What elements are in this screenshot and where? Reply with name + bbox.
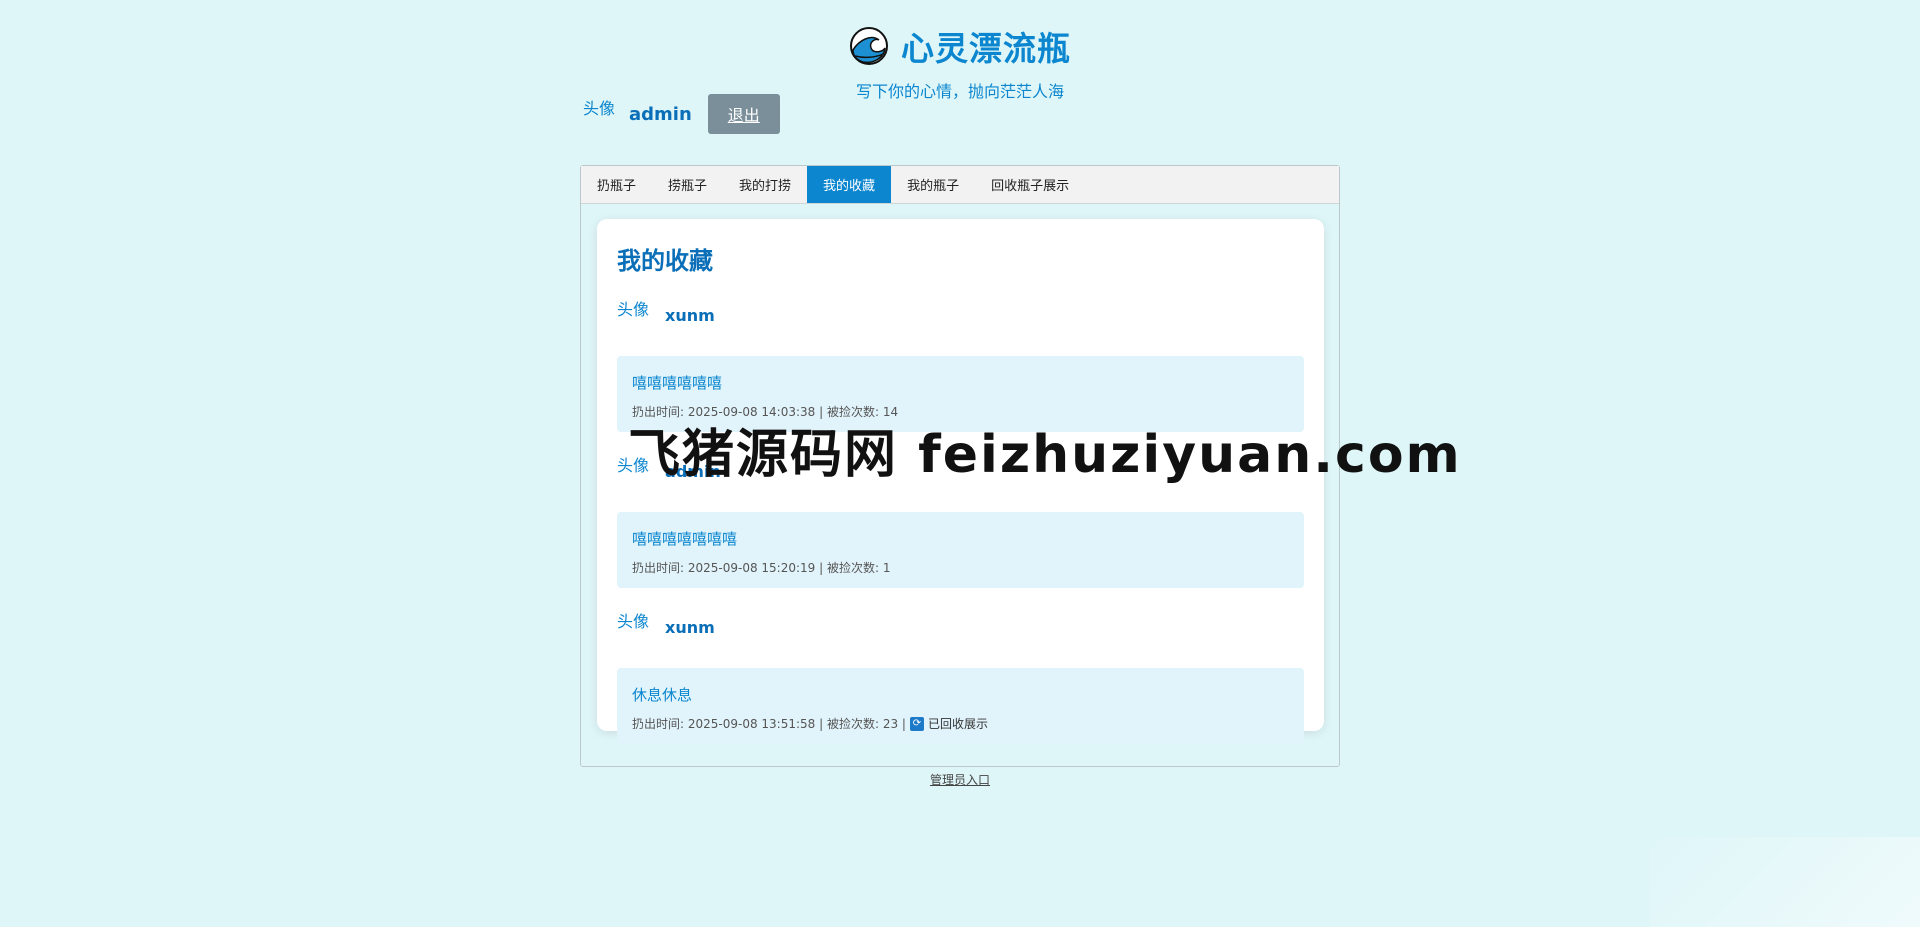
- site-header: 心灵漂流瓶 写下你的心情，抛向茫茫人海: [0, 22, 1920, 102]
- author-avatar: 头像: [617, 300, 650, 319]
- bottle-card[interactable]: 休息休息 扔出时间: 2025-09-08 13:51:58 | 被捡次数: 2…: [617, 668, 1304, 744]
- recycled-label: 已回收展示: [927, 717, 988, 731]
- author-avatar: 头像: [617, 612, 650, 631]
- corner-overlay: [1650, 837, 1920, 927]
- site-subtitle: 写下你的心情，抛向茫茫人海: [855, 82, 1064, 101]
- favorite-item: 头像 xunm 休息休息 扔出时间: 2025-09-08 13:51:58 |…: [617, 608, 1304, 744]
- entry-author: 头像 xunm: [617, 296, 1304, 334]
- tab-recycled-showcase[interactable]: 回收瓶子展示: [975, 166, 1085, 203]
- watermark: 飞猪源码网 feizhuziyuan.com: [628, 425, 1462, 485]
- user-name: admin: [629, 103, 692, 125]
- user-avatar: 头像: [583, 99, 616, 118]
- bottle-meta: 扔出时间: 2025-09-08 13:51:58 | 被捡次数: 23 | ⟳…: [632, 715, 1289, 732]
- tab-my-bottles[interactable]: 我的瓶子: [891, 166, 975, 203]
- author-name: xunm: [665, 618, 715, 637]
- favorites-title: 我的收藏: [617, 247, 713, 275]
- entry-author: 头像 xunm: [617, 608, 1304, 646]
- logout-button[interactable]: 退出: [707, 94, 780, 134]
- bottle-meta-text: 扔出时间: 2025-09-08 15:20:19 | 被捡次数: 1: [632, 561, 891, 575]
- user-bar: 头像 admin 退出: [583, 94, 780, 134]
- bottle-meta: 扔出时间: 2025-09-08 15:20:19 | 被捡次数: 1: [632, 559, 1289, 576]
- admin-entry-link[interactable]: 管理员入口: [0, 771, 1920, 788]
- brand: 心灵漂流瓶: [849, 22, 1071, 70]
- author-name: xunm: [665, 306, 715, 325]
- recycle-icon: ⟳: [909, 716, 924, 731]
- tab-pick-bottle[interactable]: 捞瓶子: [652, 166, 723, 203]
- wave-logo-icon: [850, 27, 888, 65]
- tab-my-favorites[interactable]: 我的收藏: [807, 166, 892, 203]
- site-title: 心灵漂流瓶: [901, 29, 1071, 68]
- tab-my-picks[interactable]: 我的打捞: [723, 166, 807, 203]
- bottle-content: 休息休息: [632, 686, 693, 704]
- tab-bar: 扔瓶子 捞瓶子 我的打捞 我的收藏 我的瓶子 回收瓶子展示: [581, 166, 1339, 204]
- tab-throw-bottle[interactable]: 扔瓶子: [581, 166, 652, 203]
- bottle-card[interactable]: 嘻嘻嘻嘻嘻嘻嘻 扔出时间: 2025-09-08 15:20:19 | 被捡次数…: [617, 512, 1304, 588]
- bottle-meta-text: 扔出时间: 2025-09-08 13:51:58 | 被捡次数: 23 |: [632, 717, 906, 731]
- bottle-content: 嘻嘻嘻嘻嘻嘻: [632, 374, 723, 392]
- bottle-content: 嘻嘻嘻嘻嘻嘻嘻: [632, 530, 738, 548]
